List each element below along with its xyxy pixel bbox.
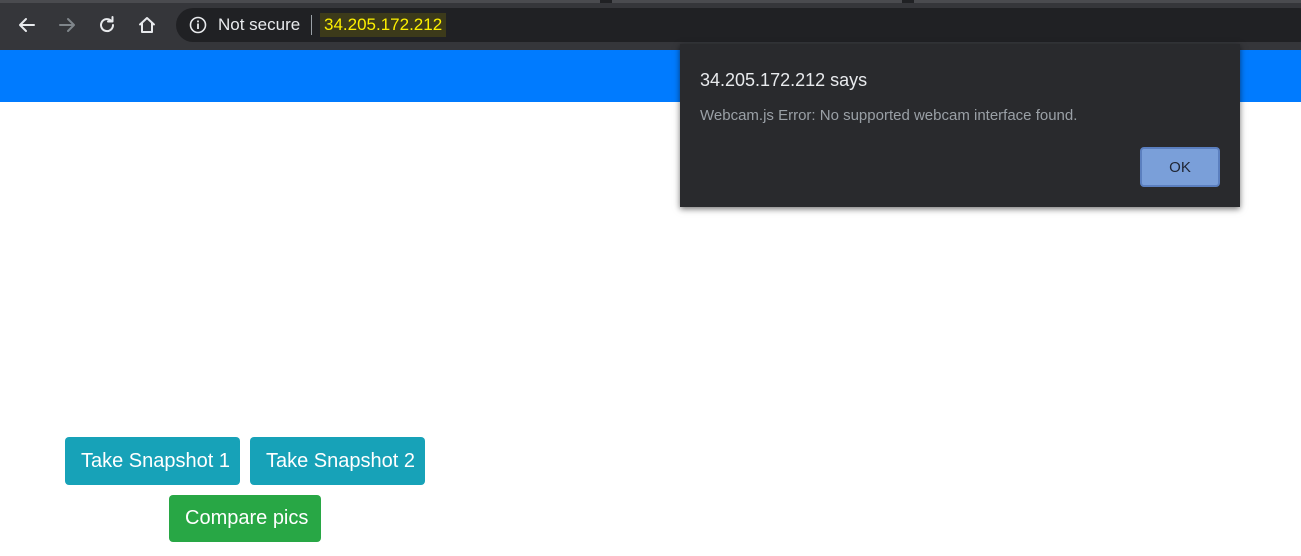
alert-dialog: 34.205.172.212 says Webcam.js Error: No …	[680, 44, 1240, 207]
address-divider	[311, 15, 312, 35]
forward-arrow-icon	[59, 18, 75, 32]
back-button[interactable]	[13, 11, 41, 39]
take-snapshot-1-button[interactable]: Take Snapshot 1	[65, 437, 240, 485]
address-bar[interactable]: Not secure 34.205.172.212	[176, 8, 1301, 42]
reload-icon	[100, 16, 115, 33]
browser-toolbar: Not secure 34.205.172.212	[0, 0, 1301, 50]
forward-button[interactable]	[53, 11, 81, 39]
compare-pics-button[interactable]: Compare pics	[169, 495, 321, 542]
ok-button[interactable]: OK	[1140, 147, 1220, 187]
tab-segment[interactable]	[914, 0, 1301, 3]
home-button[interactable]	[133, 11, 161, 39]
security-label[interactable]: Not secure	[218, 16, 300, 34]
tab-segment[interactable]	[0, 0, 600, 3]
home-icon	[139, 17, 155, 33]
tab-segment[interactable]	[612, 0, 902, 3]
reload-button[interactable]	[93, 11, 121, 39]
tab-strip	[0, 0, 1301, 3]
url-text[interactable]: 34.205.172.212	[320, 13, 447, 37]
info-icon[interactable]	[189, 16, 207, 34]
alert-message: Webcam.js Error: No supported webcam int…	[700, 107, 1078, 124]
back-arrow-icon	[19, 18, 35, 32]
take-snapshot-2-button[interactable]: Take Snapshot 2	[250, 437, 425, 485]
alert-title: 34.205.172.212 says	[700, 70, 868, 90]
